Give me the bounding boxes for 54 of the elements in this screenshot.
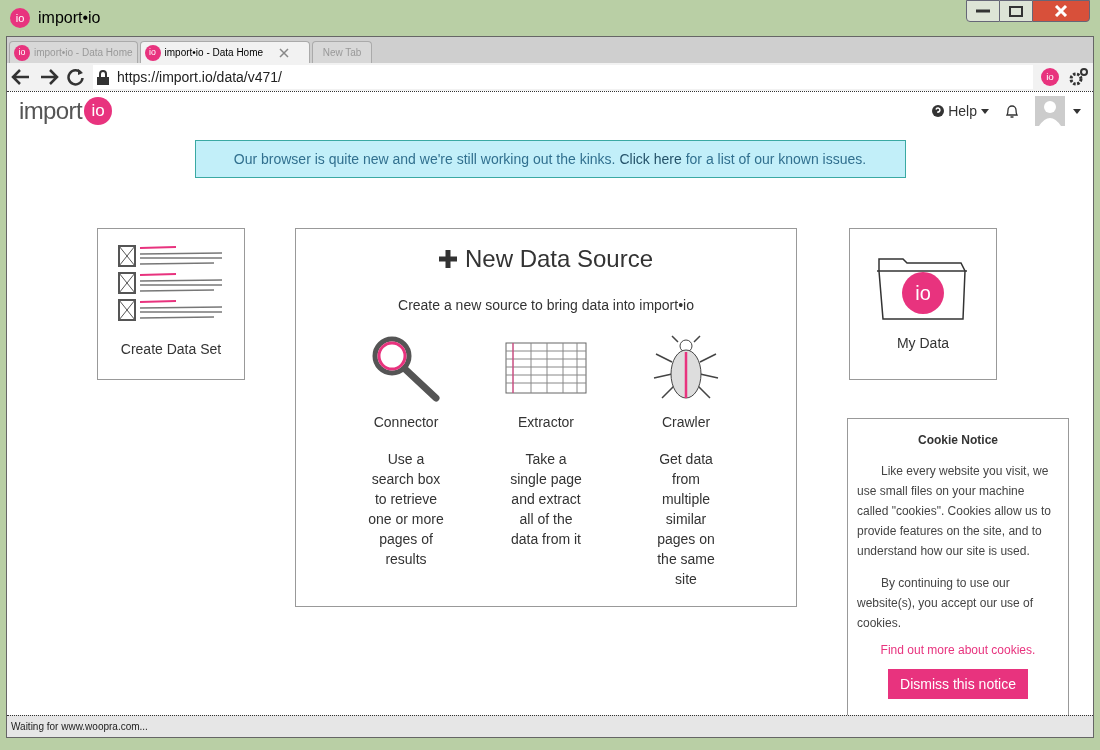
- banner-link[interactable]: Click here: [619, 148, 682, 170]
- banner-text: for a list of our known issues.: [685, 149, 867, 169]
- option-description: Get data from multiple similar pages on the same site: [656, 450, 716, 589]
- cookie-paragraph: By continuing to use our website(s), you accept our use of cookies.: [857, 575, 1035, 632]
- card-label: Create Data Set: [120, 340, 222, 359]
- source-type-option[interactable]: Connector: [373, 412, 439, 433]
- close-icon[interactable]: [279, 47, 290, 58]
- source-type-option[interactable]: Crawler: [661, 412, 711, 433]
- status-bar: Waiting for www.woopra.com...: [7, 715, 1093, 737]
- card-title: New Data Source: [464, 244, 654, 274]
- banner-text: Our browser is quite new and we're still working out the kinks.: [233, 149, 616, 169]
- lock-icon: [97, 69, 109, 85]
- cookie-paragraph: Like every website you visit, we use small files on your machine called "cookies". Cookies allow us to provide features on the site, and to understand how our site is used.: [857, 463, 1052, 560]
- tab-label: New Tab: [322, 46, 362, 60]
- tab-favicon: io: [14, 44, 30, 61]
- browser-tab[interactable]: io import•io - Data Home: [139, 41, 311, 63]
- option-description: Take a single page and extract all of the data from it: [509, 450, 583, 549]
- close-button[interactable]: [1032, 0, 1090, 22]
- card-label: My Data: [896, 334, 950, 353]
- card-subtitle: Create a new source to bring data into import•io: [398, 296, 694, 315]
- dismiss-button[interactable]: Dismiss this notice: [888, 669, 1028, 699]
- caret-icon[interactable]: [1073, 108, 1081, 114]
- plus-icon: [438, 250, 457, 268]
- magnifier-icon: [370, 334, 442, 402]
- site-logo[interactable]: import io: [19, 93, 113, 129]
- forward-icon[interactable]: [39, 68, 59, 86]
- question-icon: [932, 105, 945, 117]
- back-icon[interactable]: [11, 68, 31, 86]
- caret-icon: [981, 108, 989, 114]
- minimize-icon: [976, 9, 990, 13]
- my-data-card[interactable]: io My Data: [849, 228, 997, 380]
- cookie-title: Cookie Notice: [918, 432, 998, 449]
- tab-favicon: io: [144, 44, 161, 61]
- window-title: import•io: [38, 8, 101, 28]
- maximize-icon: [1009, 5, 1023, 17]
- settings-icon[interactable]: [1067, 67, 1089, 87]
- bell-icon[interactable]: [1005, 103, 1019, 119]
- source-type-option[interactable]: Extractor: [518, 412, 574, 433]
- browser-tab[interactable]: io import•io - Data Home: [9, 41, 138, 63]
- minimize-button[interactable]: [966, 0, 1000, 22]
- spreadsheet-icon: [505, 342, 587, 394]
- cookie-link[interactable]: Find out more about cookies.: [880, 641, 1036, 659]
- tab-label: import•io - Data Home: [164, 46, 264, 60]
- maximize-button[interactable]: [1000, 0, 1032, 22]
- create-data-set-card[interactable]: Create Data Set: [97, 228, 245, 380]
- extension-badge: io: [1041, 68, 1059, 86]
- tab-label: import•io - Data Home: [34, 46, 133, 60]
- folder-badge-text: io: [915, 282, 931, 304]
- close-icon: [1054, 5, 1068, 17]
- option-description: Use a search box to retrieve one or more pages of results: [367, 450, 445, 569]
- address-field[interactable]: https://import.io/data/v471/: [93, 65, 1033, 89]
- help-menu[interactable]: Help: [932, 100, 989, 122]
- reload-icon[interactable]: [67, 68, 85, 86]
- app-badge: io: [10, 8, 30, 28]
